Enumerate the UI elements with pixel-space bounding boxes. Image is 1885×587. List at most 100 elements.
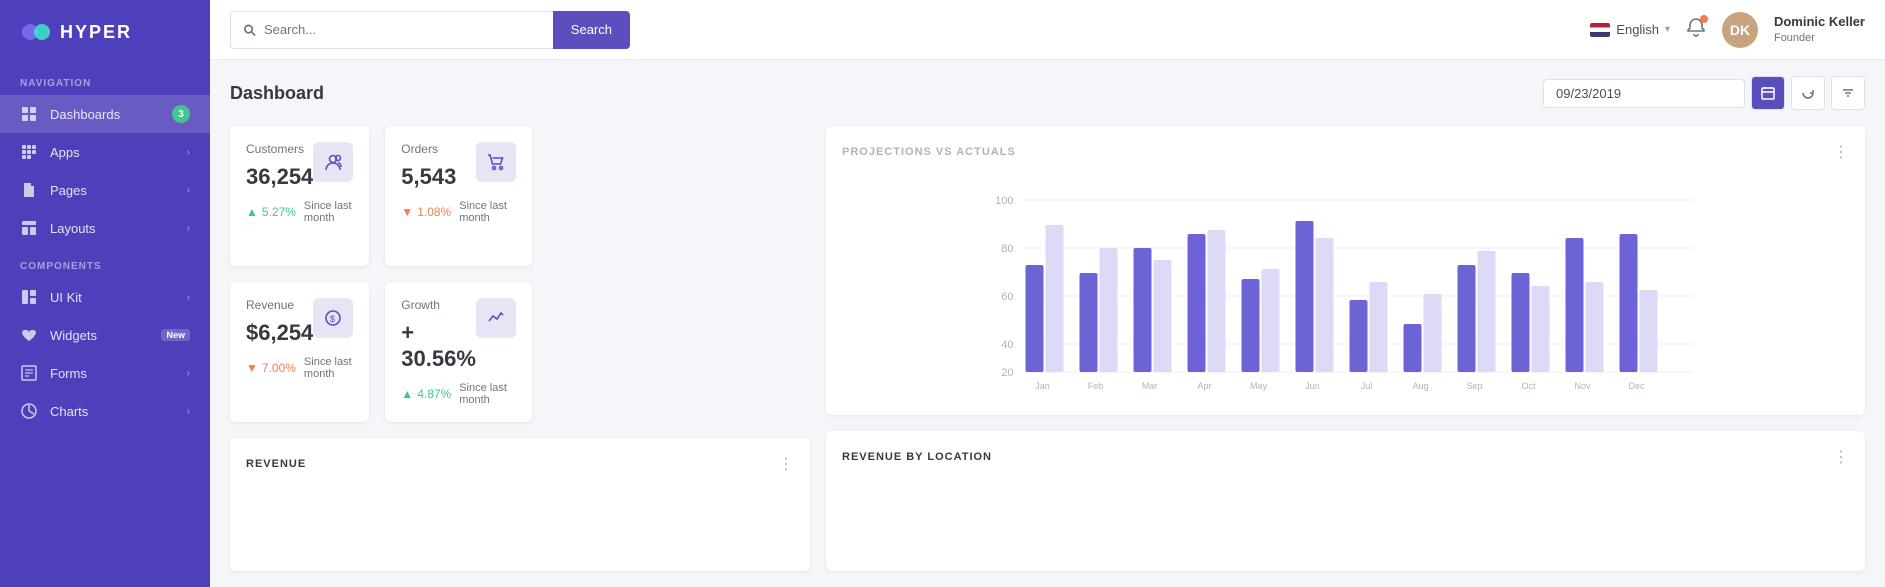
svg-text:Jan: Jan	[1035, 381, 1050, 391]
customers-value: 36,254	[246, 164, 313, 190]
charts-chevron: ›	[187, 406, 190, 417]
language-selector[interactable]: English ▾	[1590, 22, 1670, 37]
bar-proj-jan	[1046, 225, 1064, 372]
apps-icon	[20, 143, 38, 161]
search-icon	[243, 23, 256, 37]
revenue-icon: $	[313, 298, 353, 338]
revenue-menu[interactable]: ⋮	[778, 454, 794, 474]
topbar: Search English ▾ DK Dominic Keller Found…	[210, 0, 1885, 60]
uikit-icon	[20, 288, 38, 306]
svg-text:Sep: Sep	[1466, 381, 1482, 391]
revenue-card-header: REVENUE ⋮	[246, 454, 794, 474]
dashboards-label: Dashboards	[50, 107, 160, 122]
revenue-value: $6,254	[246, 320, 313, 346]
revenue-card: REVENUE ⋮	[230, 438, 810, 571]
avatar: DK	[1722, 12, 1758, 48]
orders-icon	[476, 142, 516, 182]
projections-chart-card: PROJECTIONS VS ACTUALS ⋮ 100 80 60 40 20	[826, 126, 1865, 415]
flag-icon	[1590, 23, 1610, 37]
apps-label: Apps	[50, 145, 175, 160]
layouts-icon	[20, 219, 38, 237]
search-wrapper: Search	[230, 11, 630, 49]
search-button[interactable]: Search	[553, 11, 630, 49]
filter-button[interactable]	[1831, 76, 1865, 110]
topbar-right: English ▾ DK Dominic Keller Founder	[1590, 12, 1865, 48]
sidebar-item-widgets[interactable]: Widgets New	[0, 316, 210, 354]
search-input-wrap	[230, 11, 553, 49]
customers-arrow: ▲	[246, 205, 258, 219]
projections-menu[interactable]: ⋮	[1833, 142, 1849, 162]
language-label: English	[1616, 22, 1659, 37]
stat-card-orders: Orders 5,543 ▼ 1.08% Since last month	[385, 126, 532, 266]
svg-text:Oct: Oct	[1521, 381, 1536, 391]
orders-change: ▼ 1.08% Since last month	[401, 200, 516, 224]
projections-title: PROJECTIONS VS ACTUALS	[842, 146, 1016, 158]
forms-label: Forms	[50, 366, 175, 381]
sidebar-item-ui-kit[interactable]: UI Kit ›	[0, 278, 210, 316]
ui-kit-chevron: ›	[187, 292, 190, 303]
sidebar-item-forms[interactable]: Forms ›	[0, 354, 210, 392]
svg-text:40: 40	[1001, 339, 1013, 351]
logo-icon	[20, 16, 52, 48]
stat-card-revenue: Revenue $6,254 $ ▼ 7.00% Since last mont…	[230, 282, 369, 422]
stat-card-growth: Growth + 30.56% ▲ 4.87% Since last month	[385, 282, 532, 422]
revenue-card-title: REVENUE	[246, 458, 306, 470]
user-name: Dominic Keller	[1774, 14, 1865, 31]
notification-bell[interactable]	[1686, 17, 1706, 42]
sidebar-item-dashboards[interactable]: Dashboards 3	[0, 95, 210, 133]
revenue-by-location-title: REVENUE BY LOCATION	[842, 451, 992, 463]
revenue-by-location-menu[interactable]: ⋮	[1833, 447, 1849, 467]
svg-text:Apr: Apr	[1197, 381, 1211, 391]
dashboards-badge: 3	[172, 105, 190, 123]
revenue-label: Revenue	[246, 298, 313, 312]
widgets-badge-new: New	[161, 329, 190, 341]
stats-grid: Customers 36,254 ▲ 5.27% Since last mont…	[230, 126, 510, 422]
svg-text:100: 100	[995, 195, 1013, 207]
sidebar: HYPER NAVIGATION Dashboards 3 Apps › Pag…	[0, 0, 210, 587]
forms-chevron: ›	[187, 368, 190, 379]
growth-value: + 30.56%	[401, 320, 476, 372]
pages-chevron: ›	[187, 185, 190, 196]
growth-label: Growth	[401, 298, 476, 312]
svg-text:Nov: Nov	[1574, 381, 1591, 391]
charts-label: Charts	[50, 404, 175, 419]
revenue-change: ▼ 7.00% Since last month	[246, 356, 353, 380]
svg-text:Mar: Mar	[1142, 381, 1158, 391]
refresh-button[interactable]	[1791, 76, 1825, 110]
customers-icon	[313, 142, 353, 182]
sidebar-item-layouts[interactable]: Layouts ›	[0, 209, 210, 247]
forms-icon	[20, 364, 38, 382]
growth-icon	[476, 298, 516, 338]
svg-text:$: $	[330, 314, 335, 324]
projections-header: PROJECTIONS VS ACTUALS ⋮	[842, 142, 1849, 162]
heart-icon	[20, 326, 38, 344]
pages-label: Pages	[50, 183, 175, 198]
right-panel: PROJECTIONS VS ACTUALS ⋮ 100 80 60 40 20	[826, 126, 1865, 571]
sidebar-section-components: COMPONENTS UI Kit › Widgets New Forms ›	[0, 247, 210, 430]
sidebar-item-apps[interactable]: Apps ›	[0, 133, 210, 171]
svg-text:Feb: Feb	[1088, 381, 1104, 391]
sidebar-item-charts[interactable]: Charts ›	[0, 392, 210, 430]
chart-icon	[20, 402, 38, 420]
calendar-button[interactable]	[1751, 76, 1785, 110]
date-picker[interactable]	[1543, 79, 1745, 108]
layouts-chevron: ›	[187, 223, 190, 234]
left-panel: Customers 36,254 ▲ 5.27% Since last mont…	[230, 126, 810, 571]
svg-text:20: 20	[1001, 367, 1013, 379]
dashboard-header: Dashboard	[230, 76, 1865, 110]
nav-section-label: NAVIGATION	[0, 64, 210, 95]
revenue-by-location-header: REVENUE BY LOCATION ⋮	[842, 447, 1849, 467]
apps-chevron: ›	[187, 147, 190, 158]
ui-kit-label: UI Kit	[50, 290, 175, 305]
customers-change: ▲ 5.27% Since last month	[246, 200, 353, 224]
search-input[interactable]	[264, 22, 541, 37]
svg-text:Jul: Jul	[1361, 381, 1373, 391]
dashboard: Dashboard	[210, 60, 1885, 587]
dashboard-controls	[1543, 76, 1865, 110]
notification-dot	[1700, 15, 1708, 23]
svg-text:Dec: Dec	[1628, 381, 1645, 391]
bar-actual-jan	[1026, 265, 1044, 372]
sidebar-item-pages[interactable]: Pages ›	[0, 171, 210, 209]
revenue-arrow: ▼	[246, 361, 258, 375]
orders-label: Orders	[401, 142, 456, 156]
